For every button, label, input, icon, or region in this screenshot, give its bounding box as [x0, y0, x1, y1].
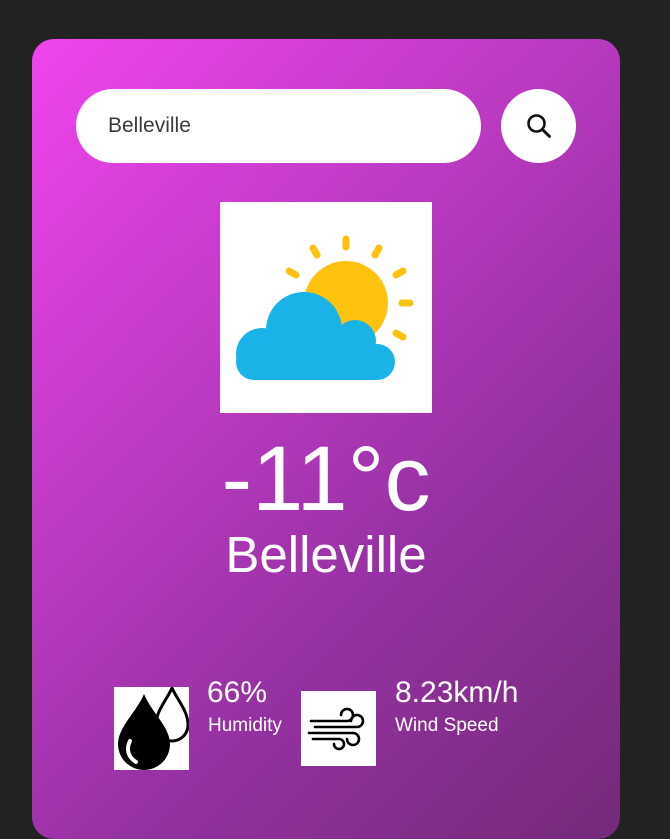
humidity-label: Humidity [208, 715, 282, 736]
wind-speed-value: 8.23km/h [395, 676, 519, 709]
partly-cloudy-icon [236, 235, 414, 380]
wind-icon-container [301, 691, 376, 766]
wind-icon [307, 707, 365, 751]
humidity-icon-container [114, 684, 190, 770]
humidity-value: 66% [207, 676, 268, 709]
weather-card: -11°c Belleville 66% Humidity 8.23km/h W… [32, 39, 620, 839]
search-input[interactable] [108, 114, 448, 138]
search-button[interactable] [501, 89, 576, 163]
wind-speed-label: Wind Speed [395, 715, 499, 736]
humidity-drops-icon [118, 684, 190, 770]
search-icon [526, 114, 551, 138]
city-name: Belleville [225, 526, 427, 583]
temperature-value: -11°c [221, 428, 431, 530]
search-bar[interactable] [76, 89, 481, 163]
weather-icon-container [220, 202, 432, 413]
